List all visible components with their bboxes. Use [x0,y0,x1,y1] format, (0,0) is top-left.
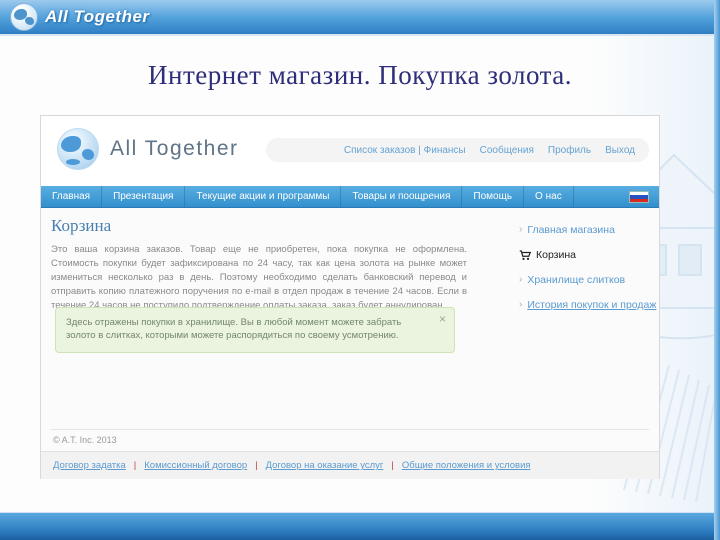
nav-item-promotions[interactable]: Текущие акции и программы [185,186,342,207]
close-icon[interactable]: × [439,313,446,325]
cart-icon [519,249,531,260]
footer-divider [51,429,649,430]
sidebar-item-vault[interactable]: › Хранилище слитков [519,268,659,293]
slide-bottom-bar [0,512,720,540]
info-alert: Здесь отражены покупки в хранилище. Вы в… [55,307,455,353]
russian-flag-icon[interactable] [629,191,649,203]
site-logo-text: All Together [110,137,239,160]
nav-item-goods[interactable]: Товары и поощрения [341,186,463,207]
user-links-bar: Список заказов | Финансы Сообщения Профи… [266,138,649,162]
slide-top-bar: All Together [0,0,720,36]
sidebar-item-history[interactable]: › История покупок и продаж [519,293,659,318]
slide-right-stripe [714,0,720,540]
slide-title: Интернет магазин. Покупка золота. [148,60,572,90]
nav-item-presentation[interactable]: Презентация [102,186,186,207]
info-alert-text: Здесь отражены покупки в хранилище. Вы в… [66,317,402,341]
messages-link[interactable]: Сообщения [480,145,534,156]
globe-icon [57,128,99,170]
logout-link[interactable]: Выход [605,145,635,156]
shop-sidebar: › Главная магазина Корзина › Хранилище с… [519,218,659,318]
sidebar-item-label: Хранилище слитков [527,274,626,286]
cart-intro-text: Это ваша корзина заказов. Товар еще не п… [51,244,467,311]
profile-link[interactable]: Профиль [548,145,591,156]
footer-link-deposit-contract[interactable]: Договор задатка [53,460,126,471]
nav-item-help[interactable]: Помощь [462,186,525,207]
main-nav: Главная Презентация Текущие акции и прог… [41,186,659,208]
chevron-right-icon: › [519,299,523,310]
copyright-text: © A.T. Inc. 2013 [53,435,117,445]
footer-link-services-contract[interactable]: Договор на оказание услуг [266,460,384,471]
chevron-right-icon: › [519,224,523,235]
site-logo[interactable]: All Together [57,128,239,170]
footer-link-terms[interactable]: Общие положения и условия [402,460,531,471]
nav-item-home[interactable]: Главная [41,186,103,207]
footer-separator: | [133,460,137,471]
page-title: Корзина [51,216,112,235]
footer-separator: | [255,460,258,471]
orders-finance-link[interactable]: Список заказов | Финансы [344,145,466,156]
footer-link-commission-contract[interactable]: Комиссионный договор [144,460,247,471]
globe-icon [10,3,38,31]
brand-logo: All Together [10,3,150,31]
site-footer-links: Договор задатка | Комиссионный договор |… [41,451,659,479]
brand-name: All Together [45,7,150,26]
sidebar-item-label: История покупок и продаж [527,299,657,311]
sidebar-item-label: Корзина [536,249,576,261]
site-header: All Together Список заказов | Финансы Со… [41,116,659,186]
sidebar-item-label: Главная магазина [527,224,615,236]
nav-item-about[interactable]: О нас [524,186,574,207]
sidebar-item-shop-home[interactable]: › Главная магазина [519,218,659,243]
chevron-right-icon: › [519,274,523,285]
footer-separator: | [391,460,394,471]
sidebar-item-cart[interactable]: Корзина [519,243,659,268]
website-screenshot: All Together Список заказов | Финансы Со… [40,115,660,479]
